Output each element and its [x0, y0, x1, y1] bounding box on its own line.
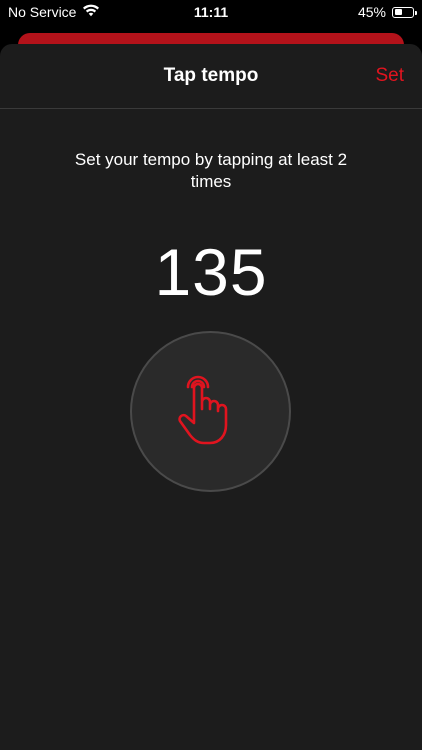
- tap-button[interactable]: [130, 331, 291, 492]
- status-right: 45%: [357, 4, 417, 20]
- battery-percent: 45%: [357, 4, 386, 20]
- battery-icon: [392, 6, 417, 18]
- sheet-title: Tap tempo: [163, 65, 259, 86]
- bpm-value: 135: [154, 235, 268, 309]
- tap-instruction: Set your tempo by tapping at least 2 tim…: [74, 150, 348, 191]
- tap-tempo-sheet: Tap tempo Set Set your tempo by tapping …: [0, 44, 422, 750]
- tap-hand-icon: [176, 369, 246, 454]
- status-bar: No Service 11:11 45%: [0, 0, 422, 24]
- set-button[interactable]: Set: [375, 65, 404, 87]
- battery-fill: [394, 9, 402, 15]
- battery-tip: [415, 10, 417, 15]
- sheet-header: Tap tempo Set: [0, 44, 422, 109]
- tap-tempo-screen: No Service 11:11 45% Tap tempo Set Set y…: [0, 0, 422, 750]
